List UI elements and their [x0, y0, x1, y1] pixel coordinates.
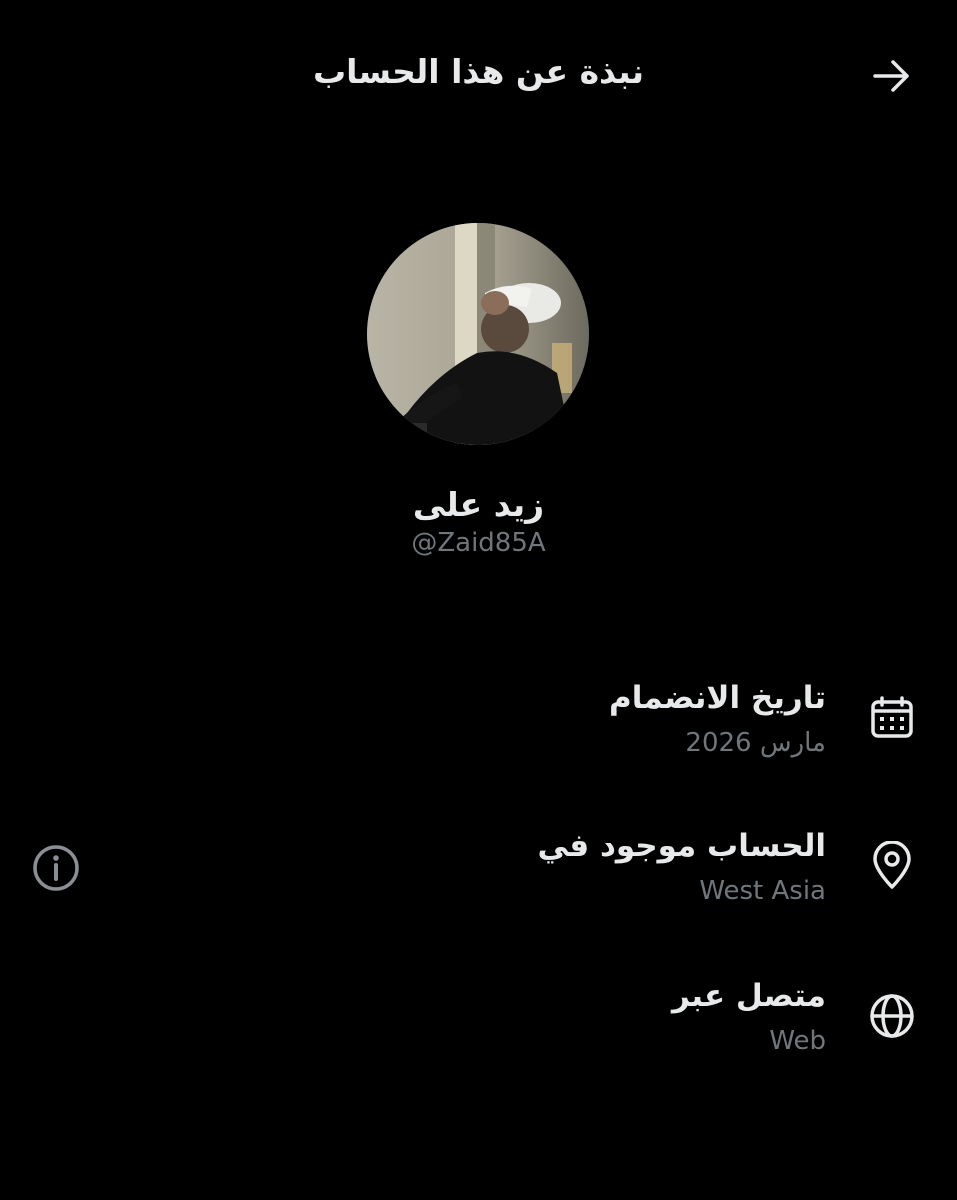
display-name: زيد على — [412, 485, 545, 524]
join-date-label: تاريخ الانضمام — [609, 680, 826, 716]
page-title: نبذة عن هذا الحساب — [313, 52, 644, 91]
location-value: West Asia — [699, 876, 826, 906]
back-button[interactable] — [865, 52, 917, 100]
detail-row-connected-via: متصل عبر Web — [0, 978, 957, 1078]
detail-row-join-date: تاريخ الانضمام مارس 2026 — [0, 680, 957, 780]
info-button[interactable] — [30, 842, 82, 894]
connected-via-value: Web — [769, 1026, 826, 1056]
avatar — [367, 223, 589, 445]
join-date-value: مارس 2026 — [685, 728, 826, 758]
location-pin-icon — [862, 836, 922, 896]
info-icon — [33, 845, 79, 891]
calendar-icon — [862, 688, 922, 748]
arrow-right-icon — [873, 60, 909, 92]
connected-via-label: متصل عبر — [672, 978, 826, 1014]
globe-icon — [862, 986, 922, 1046]
detail-row-location: الحساب موجود في West Asia — [0, 828, 957, 928]
user-handle: @Zaid85A — [411, 528, 546, 558]
location-label: الحساب موجود في — [537, 828, 826, 864]
